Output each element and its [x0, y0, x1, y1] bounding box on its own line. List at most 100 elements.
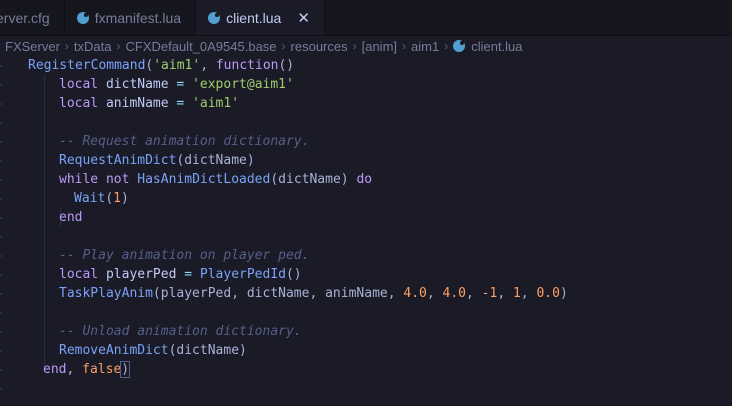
tab-bar: erver.cfg fxmanifest.lua client.lua ✕ — [0, 0, 732, 36]
code-line: RequestAnimDict(dictName) — [59, 151, 255, 170]
breadcrumb-item[interactable]: client.lua — [471, 39, 522, 54]
code-token: RegisterCommand — [28, 58, 146, 73]
code-token: false — [82, 362, 122, 377]
code-token: 1 — [113, 191, 121, 206]
code-token: ) — [120, 191, 129, 206]
code-token: not — [105, 172, 130, 187]
chevron-right-icon: › — [402, 39, 407, 53]
tab-label: client.lua — [226, 9, 282, 26]
gutter-mark — [0, 65, 2, 67]
code-token: , — [200, 58, 216, 73]
code-token: , — [66, 362, 83, 377]
code-token: function — [215, 58, 279, 73]
code-token: ) — [559, 286, 568, 301]
code-token: ( — [105, 191, 114, 206]
code-token: 'aim1' — [153, 58, 201, 73]
gutter-mark — [0, 388, 2, 390]
code-line: Wait(1) — [74, 189, 129, 208]
chevron-right-icon: › — [281, 39, 286, 53]
code-token: () — [278, 58, 295, 73]
lua-file-icon — [208, 11, 221, 24]
gutter-mark — [0, 236, 2, 238]
code-token: 4.0 — [442, 286, 466, 301]
code-token: 1 — [512, 286, 521, 301]
breadcrumb-item[interactable]: aim1 — [411, 39, 439, 54]
gutter-mark — [0, 312, 2, 314]
code-token: RemoveAnimDict — [59, 343, 169, 358]
code-editor[interactable]: RegisterCommand('aim1', function() local… — [0, 56, 732, 406]
close-icon[interactable]: ✕ — [297, 9, 310, 27]
tab-label: erver.cfg — [0, 9, 50, 26]
code-token: , — [426, 286, 443, 301]
code-line: RegisterCommand('aim1', function() — [28, 56, 294, 75]
code-token: (playerPed, dictName, animName, — [152, 286, 404, 301]
gutter-mark — [0, 274, 2, 276]
code-line: local dictName = 'export@aim1' — [59, 75, 294, 94]
chevron-right-icon: › — [352, 39, 357, 53]
code-token: while — [59, 172, 99, 187]
breadcrumb-item[interactable]: CFXDefault_0A9545.base — [125, 39, 276, 54]
breadcrumb-item[interactable]: [anim] — [362, 39, 397, 54]
chevron-right-icon: › — [64, 39, 69, 53]
tab-client-lua[interactable]: client.lua ✕ — [196, 0, 325, 35]
code-line: RemoveAnimDict(dictName) — [59, 341, 247, 360]
lua-file-icon — [76, 11, 89, 24]
code-token: playerPed — [98, 267, 185, 282]
code-token: local — [59, 96, 99, 111]
code-line: end, false) — [43, 360, 131, 379]
code-token: (dictName) — [176, 153, 255, 168]
code-token: animName — [98, 96, 177, 111]
code-token: 'export@aim1' — [192, 77, 294, 92]
gutter-mark — [0, 122, 2, 124]
code-token: 'aim1' — [192, 96, 240, 111]
code-token: 0.0 — [536, 286, 560, 301]
code-comment: -- Request animation dictionary. — [59, 134, 310, 149]
gutter-mark — [0, 255, 2, 257]
breadcrumb-item[interactable]: txData — [74, 39, 112, 54]
gutter-mark — [0, 369, 2, 371]
code-token: (dictName) — [270, 172, 357, 187]
tab-server-cfg[interactable]: erver.cfg — [0, 0, 65, 35]
gutter-mark — [0, 198, 2, 200]
code-token: ) — [120, 361, 131, 378]
gutter-mark — [0, 141, 2, 143]
tab-fxmanifest[interactable]: fxmanifest.lua — [65, 0, 197, 35]
chevron-right-icon: › — [444, 39, 449, 53]
tab-label: fxmanifest.lua — [94, 9, 182, 26]
code-line: while not HasAnimDictLoaded(dictName) do — [59, 170, 372, 189]
lua-file-icon — [453, 40, 466, 52]
code-token: do — [356, 172, 373, 187]
code-line: TaskPlayAnim(playerPed, dictName, animNa… — [59, 284, 568, 303]
code-token: RequestAnimDict — [59, 153, 177, 168]
code-token: = — [184, 267, 193, 282]
code-token: , — [520, 286, 537, 301]
code-token: TaskPlayAnim — [59, 286, 153, 301]
indent-guide — [44, 75, 45, 368]
breadcrumb: FXServer › txData › CFXDefault_0A9545.ba… — [0, 36, 732, 56]
code-token: , — [497, 286, 513, 301]
code-token: PlayerPedId — [199, 267, 286, 282]
code-token: local — [59, 267, 99, 282]
code-token: dictName — [98, 77, 177, 92]
code-comment: -- Play animation on player ped. — [59, 248, 310, 263]
code-line: local playerPed = PlayerPedId() — [59, 265, 302, 284]
code-line: local animName = 'aim1' — [59, 94, 239, 113]
gutter-mark — [0, 84, 2, 86]
breadcrumb-item[interactable]: resources — [291, 39, 348, 54]
chevron-right-icon: › — [116, 39, 121, 53]
code-token: (dictName) — [168, 343, 247, 358]
code-token: -1 — [481, 286, 498, 301]
code-token: 4.0 — [403, 286, 427, 301]
code-token: , — [466, 286, 482, 301]
gutter-mark — [0, 217, 2, 219]
breadcrumb-item[interactable]: FXServer — [5, 39, 60, 54]
code-token: local — [59, 77, 99, 92]
gutter-mark — [0, 179, 2, 181]
code-token: Wait — [74, 191, 106, 206]
gutter-mark — [0, 331, 2, 333]
code-comment: -- Unload animation dictionary. — [59, 324, 302, 339]
